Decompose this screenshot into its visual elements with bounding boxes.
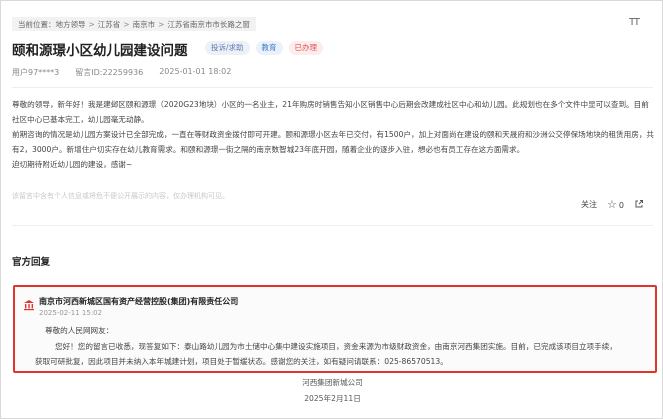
- breadcrumb-separator: >: [158, 19, 165, 29]
- reply-body-line: 获取可研批复，因此项目并未纳入本年城建计划，项目处于暂缓状态。感谢您的关注，如有…: [35, 357, 448, 366]
- breadcrumb-separator: >: [123, 19, 130, 29]
- breadcrumb-item-board[interactable]: 江苏省南京市市长路之窗: [167, 19, 250, 30]
- follow-button[interactable]: 关注: [581, 199, 597, 210]
- breadcrumb-separator: >: [88, 19, 95, 29]
- page-title: 颐和源璟小区幼儿园建设问题: [12, 43, 188, 59]
- status-badge: 已办理: [288, 41, 324, 55]
- government-building-icon: [24, 300, 34, 311]
- breadcrumb-item-city[interactable]: 南京市: [133, 19, 156, 30]
- breadcrumb-item-location[interactable]: 当前位置：地方领导: [18, 19, 86, 30]
- post-paragraph: 前期咨询的情况是幼儿园方案设计已全部完成，一直在等财政资金拨付即可开建。颐和源璟…: [12, 130, 655, 154]
- share-button[interactable]: [634, 199, 644, 211]
- post-message-id: 留言ID:22259936: [75, 68, 144, 77]
- tag-domain: 教育: [255, 41, 283, 55]
- reply-signature-date: 2025年2月11日: [304, 394, 361, 403]
- divider: [12, 225, 653, 226]
- breadcrumb: 当前位置：地方领导 > 江苏省 > 南京市 > 江苏省南京市市长路之窗: [12, 17, 256, 31]
- share-icon: [635, 199, 643, 207]
- post-paragraph: 迫切期待附近幼儿园的建设，感谢~: [12, 160, 133, 169]
- reply-date: 2025-02-11 15:02: [39, 309, 103, 317]
- reply-body: 您好！您的留言已收悉，现答复如下：泰山路幼儿园为市土储中心集中建设实施项目，资金…: [35, 339, 651, 369]
- like-count: 0: [618, 201, 624, 210]
- reply-greeting: 尊敬的人民网网友：: [45, 326, 114, 335]
- reply-body-line: 您好！您的留言已收悉，现答复如下：泰山路幼儿园为市土储中心集中建设实施项目，资金…: [55, 342, 617, 351]
- font-size-toggle-icon[interactable]: TT: [629, 17, 640, 28]
- reply-signature-org: 河西集团新城公司: [302, 378, 363, 387]
- privacy-disclaimer: 该留言中含有个人信息或将危不便公开展示的内容，仅办理机构可见。: [12, 192, 229, 200]
- star-icon: ☆: [607, 198, 617, 211]
- post-date: 2025-01-01 18:02: [159, 67, 232, 76]
- post-paragraph: 尊敬的领导，新年好！我是建邺区颐和源璟（2020G23地块）小区的一名业主，21…: [12, 100, 649, 124]
- reply-org-name: 南京市河西新城区国有资产经营控股(集团)有限责任公司: [39, 297, 239, 306]
- message-detail-page: 当前位置：地方领导 > 江苏省 > 南京市 > 江苏省南京市市长路之窗 TT 颐…: [0, 0, 663, 419]
- post-actions: 关注 ☆ 0: [581, 198, 644, 211]
- divider: [12, 87, 653, 88]
- tag-group: 投诉/求助 教育 已办理: [205, 41, 324, 55]
- tag-message-type: 投诉/求助: [205, 41, 250, 55]
- like-button[interactable]: ☆ 0: [607, 198, 624, 211]
- official-reply-heading: 官方回复: [12, 257, 51, 268]
- post-body: 尊敬的领导，新年好！我是建邺区颐和源璟（2020G23地块）小区的一名业主，21…: [12, 97, 655, 172]
- breadcrumb-item-province[interactable]: 江苏省: [98, 19, 121, 30]
- post-meta: 用户97****3 留言ID:22259936 2025-01-01 18:02: [12, 67, 231, 78]
- official-reply-card: 南京市河西新城区国有资产经营控股(集团)有限责任公司 2025-02-11 15…: [13, 285, 657, 373]
- post-author: 用户97****3: [12, 68, 60, 77]
